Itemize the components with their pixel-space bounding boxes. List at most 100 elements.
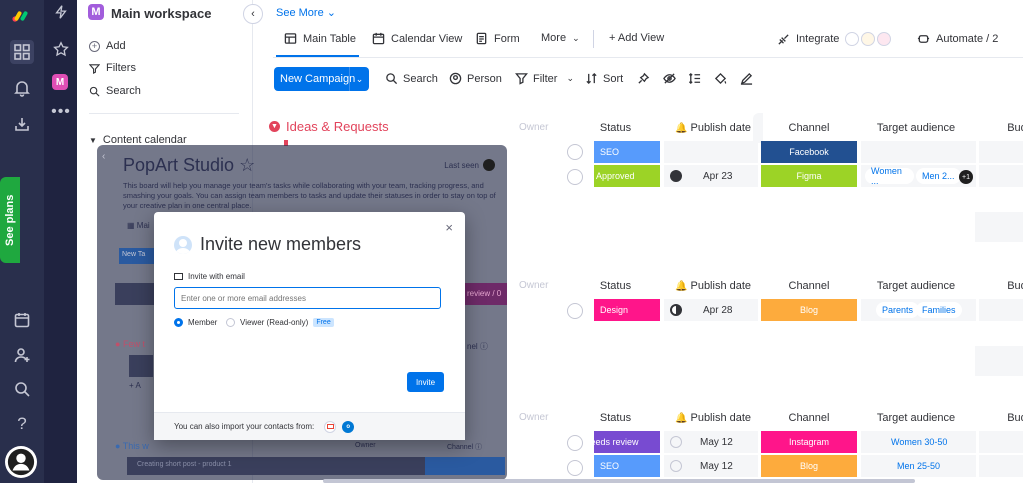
status-column-header[interactable]: Status: [593, 280, 638, 292]
channel-cell-blog[interactable]: Blog: [761, 455, 857, 477]
updates-bubble-icon[interactable]: [567, 435, 583, 451]
target-column-header[interactable]: Target audience: [861, 412, 971, 424]
target-pill[interactable]: Men 2...: [916, 168, 961, 184]
viewer-radio[interactable]: Viewer (Read-only) Free: [226, 318, 334, 327]
target-pill[interactable]: Men 25-50: [891, 458, 946, 474]
status-cell-design[interactable]: Design: [594, 299, 660, 321]
updates-bubble-icon[interactable]: [567, 144, 583, 160]
toolbar-person[interactable]: Person: [449, 72, 502, 85]
date-value[interactable]: May 12: [700, 437, 733, 448]
preview-description: This board will help you manage your tea…: [123, 181, 496, 210]
status-column-header[interactable]: Status: [593, 412, 638, 424]
status-cell-needs-review[interactable]: Needs review: [594, 431, 660, 453]
status-cell-approved[interactable]: Approved: [594, 165, 660, 187]
tab-calendar-view[interactable]: Calendar View: [372, 32, 462, 45]
budget-column-header[interactable]: Bud: [1007, 280, 1023, 292]
filters-item[interactable]: Filters: [89, 62, 136, 74]
target-pill[interactable]: Parents: [876, 302, 920, 318]
channel-cell-blog[interactable]: Blog: [761, 299, 857, 321]
updates-bubble-icon[interactable]: [567, 169, 583, 185]
channel-cell-facebook[interactable]: Facebook: [761, 141, 857, 163]
search-icon[interactable]: [10, 377, 34, 401]
channel-column-header[interactable]: Channel: [761, 280, 857, 292]
tab-main-table[interactable]: Main Table: [284, 32, 356, 45]
edit-pen-icon[interactable]: [740, 72, 753, 85]
tab-form[interactable]: Form: [475, 32, 520, 45]
target-cell-empty[interactable]: [861, 141, 976, 163]
lightning-icon[interactable]: [52, 3, 70, 21]
inbox-download-icon[interactable]: [10, 112, 34, 136]
help-question-icon[interactable]: ?: [10, 412, 34, 436]
date-cell-empty[interactable]: [664, 141, 758, 163]
status-cell-seo[interactable]: SEO: [594, 141, 660, 163]
monday-logo-icon[interactable]: [10, 4, 34, 28]
budget-column-header[interactable]: Bud: [1007, 412, 1023, 424]
budget-column-header[interactable]: Bud: [1007, 122, 1023, 134]
target-column-header[interactable]: Target audience: [861, 280, 971, 292]
radio-unchecked-icon[interactable]: [226, 318, 235, 327]
date-value[interactable]: May 12: [700, 461, 733, 472]
hide-eye-icon[interactable]: [663, 72, 676, 85]
see-more-link[interactable]: See More ⌄: [276, 6, 336, 19]
more-targets-badge[interactable]: +1: [959, 170, 973, 184]
workspace-title[interactable]: Main workspace: [111, 6, 211, 21]
integrate-button[interactable]: Integrate: [777, 32, 892, 46]
updates-bubble-icon[interactable]: [567, 460, 583, 476]
add-item[interactable]: + Add: [89, 40, 126, 52]
invite-user-icon[interactable]: [10, 343, 34, 367]
gmail-icon[interactable]: [324, 420, 337, 433]
preview-main-tab: ▦ Mai: [127, 221, 150, 230]
status-cell-seo[interactable]: SEO: [594, 455, 660, 477]
date-value[interactable]: Apr 23: [703, 171, 732, 182]
updates-bubble-icon[interactable]: [567, 303, 583, 319]
publish-date-column-header[interactable]: 🔔 Publish date: [673, 122, 753, 134]
channel-column-header[interactable]: Channel: [761, 412, 857, 424]
user-avatar[interactable]: [5, 446, 37, 478]
budget-cell[interactable]: [979, 431, 1023, 453]
outlook-icon[interactable]: o: [342, 420, 355, 433]
add-view-button[interactable]: + Add View: [609, 32, 664, 44]
group-collapse-icon[interactable]: ▼: [269, 121, 280, 132]
budget-cell[interactable]: [979, 165, 1023, 187]
budget-cell[interactable]: [979, 299, 1023, 321]
status-column-header[interactable]: Status: [593, 122, 638, 134]
channel-cell-figma[interactable]: Figma: [761, 165, 857, 187]
channel-cell-instagram[interactable]: Instagram: [761, 431, 857, 453]
close-icon[interactable]: ×: [445, 220, 453, 235]
group-header-ideas[interactable]: ▼ Ideas & Requests: [269, 119, 389, 134]
publish-date-column-header[interactable]: 🔔 Publish date: [673, 412, 753, 424]
tab-more[interactable]: More ⌄: [541, 32, 580, 44]
radio-checked-icon[interactable]: [174, 318, 183, 327]
group-title[interactable]: Ideas & Requests: [286, 119, 389, 134]
notifications-bell-icon[interactable]: [10, 76, 34, 100]
target-pill[interactable]: Families: [916, 302, 962, 318]
row-height-icon[interactable]: [688, 72, 701, 85]
toolbar-sort[interactable]: Sort: [585, 72, 623, 85]
target-column-header[interactable]: Target audience: [861, 122, 971, 134]
publish-date-column-header[interactable]: 🔔 Publish date: [673, 280, 753, 292]
see-plans-button[interactable]: See plans: [0, 177, 20, 263]
member-radio[interactable]: Member: [174, 318, 217, 327]
date-value[interactable]: Apr 28: [703, 305, 732, 316]
budget-cell[interactable]: [979, 141, 1023, 163]
workspace-badge-icon[interactable]: M: [52, 74, 68, 90]
target-pill[interactable]: Women 30-50: [885, 434, 953, 450]
more-dots-icon[interactable]: •••: [51, 103, 70, 121]
budget-cell[interactable]: [979, 455, 1023, 477]
pin-icon[interactable]: [637, 72, 650, 85]
channel-column-header[interactable]: Channel: [761, 122, 857, 134]
invite-button[interactable]: Invite: [407, 372, 444, 392]
toolbar-filter[interactable]: Filter ⌄: [515, 72, 574, 85]
horizontal-scrollbar[interactable]: [323, 479, 915, 483]
calendar-check-icon[interactable]: [10, 308, 34, 332]
apps-grid-icon[interactable]: [10, 40, 34, 64]
color-fill-icon[interactable]: [714, 72, 727, 85]
toolbar-search[interactable]: Search: [385, 72, 438, 85]
automate-button[interactable]: Automate / 2: [917, 32, 998, 45]
target-pill[interactable]: Women ...: [865, 166, 914, 186]
email-input[interactable]: [174, 287, 441, 309]
search-item[interactable]: Search: [89, 85, 141, 97]
favorites-star-icon[interactable]: [52, 40, 70, 58]
dropdown-arrow-icon[interactable]: ⌄: [349, 67, 369, 91]
new-campaign-button[interactable]: New Campaign ⌄: [274, 67, 369, 91]
